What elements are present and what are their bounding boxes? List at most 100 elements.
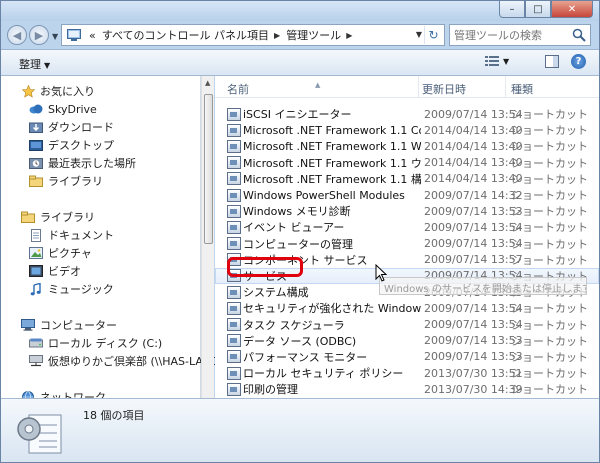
nav-item-label: ドキュメント [48, 229, 114, 242]
column-header-name[interactable]: 名前 [227, 81, 249, 97]
chevron-down-icon: ▼ [44, 61, 51, 70]
sort-indicator-icon: ▲ [315, 81, 321, 89]
nav-favorites-label: お気に入り [40, 85, 95, 98]
control-panel-icon [65, 28, 83, 42]
back-button[interactable]: ◀ [7, 25, 27, 45]
nav-favorites[interactable]: お気に入り [21, 82, 95, 100]
file-date: 2014/04/14 13:40 [424, 156, 523, 170]
navigation-pane: お気に入り SkyDrive ダウンロード デスクトップ 最近表示した場所 ライ… [1, 76, 230, 404]
nav-item-music[interactable]: ミュージック [29, 280, 114, 298]
nav-item-documents[interactable]: ドキュメント [29, 226, 114, 244]
file-row[interactable]: Microsoft .NET Framework 1.1 ウィ...2014/0… [215, 155, 599, 171]
file-row[interactable]: データ ソース (ODBC) 2009/07/14 13:53 ショートカット [215, 333, 599, 349]
preview-pane-icon[interactable] [545, 55, 559, 68]
recent-pages-dropdown[interactable]: ▼ [52, 32, 58, 41]
maximize-button[interactable]: □ [525, 1, 551, 18]
scrollbar-thumb[interactable] [204, 94, 213, 244]
breadcrumb-all-control-panel[interactable]: すべてのコントロール パネル項目 [102, 27, 269, 43]
file-row[interactable]: パフォーマンス モニター 2009/07/14 13:53 ショートカット [215, 349, 599, 365]
file-name: Windows PowerShell Modules [243, 188, 405, 202]
file-date: 2013/07/30 14:39 [424, 382, 523, 396]
title-bar[interactable]: – □ ✕ [1, 1, 599, 21]
search-icon[interactable] [572, 28, 586, 42]
file-type: ショートカット [511, 205, 588, 219]
forward-button[interactable]: ▶ [29, 25, 49, 45]
file-row[interactable]: Microsoft .NET Framework 1.1 Wiza...2014… [215, 138, 599, 154]
music-note-icon [29, 282, 43, 296]
file-type: ショートカット [511, 124, 588, 138]
nav-item-label: デスクトップ [48, 139, 114, 152]
file-row[interactable]: セキュリティが強化された Windows ...2009/07/14 13:54… [215, 300, 599, 316]
nav-libraries-label: ライブラリ [40, 211, 95, 224]
file-type: ショートカット [511, 172, 588, 186]
breadcrumb-separator-icon[interactable]: ▶ [346, 31, 352, 40]
file-date: 2009/07/14 13:54 [424, 318, 523, 332]
desktop-icon [29, 139, 43, 152]
minimize-button[interactable]: – [499, 1, 525, 18]
file-type: ショートカット [511, 253, 588, 267]
file-row[interactable]: Microsoft .NET Framework 1.1 構成 2014/04/1… [215, 171, 599, 187]
nav-item-desktop[interactable]: デスクトップ [29, 136, 114, 154]
file-row[interactable]: イベント ビューアー 2009/07/14 13:54 ショートカット [215, 219, 599, 235]
nav-item-label: ビデオ [48, 265, 81, 278]
column-header-modified[interactable]: 更新日時 [422, 81, 466, 97]
file-date: 2014/04/14 13:40 [424, 139, 523, 153]
file-row[interactable]: iSCSI イニシエーター 2009/07/14 13:54 ショートカット [215, 106, 599, 122]
nav-libraries[interactable]: ライブラリ [21, 208, 95, 226]
file-row[interactable]: タスク スケジューラ 2009/07/14 13:54 ショートカット [215, 316, 599, 332]
column-header-type[interactable]: 種類 [511, 81, 533, 97]
documents-icon [29, 228, 43, 242]
organize-label: 整理 [19, 58, 41, 71]
breadcrumb-overflow[interactable]: « [89, 29, 96, 42]
file-type: ショートカット [511, 302, 588, 316]
file-row[interactable]: 印刷の管理 2013/07/30 14:39 ショートカット [215, 381, 599, 397]
file-name: ローカル セキュリティ ポリシー [243, 367, 404, 381]
nav-item-label: SkyDrive [48, 102, 97, 116]
pictures-icon [29, 247, 43, 260]
file-type: ショートカット [511, 221, 588, 235]
nav-item-recent-places[interactable]: 最近表示した場所 [29, 154, 136, 172]
file-name: Microsoft .NET Framework 1.1 構成 [243, 172, 421, 186]
address-dropdown-icon[interactable]: ▼ [416, 30, 422, 39]
shortcut-icon [227, 107, 241, 121]
shortcut-icon [227, 237, 241, 251]
shortcut-icon [227, 139, 241, 153]
address-bar[interactable]: « すべてのコントロール パネル項目 ▶ 管理ツール ▶ ▼ ↻ [61, 24, 445, 46]
nav-item-local-disk[interactable]: ローカル ディスク (C:) [29, 334, 162, 352]
nav-item-videos[interactable]: ビデオ [29, 262, 81, 280]
nav-item-pictures[interactable]: ピクチャ [29, 244, 92, 262]
change-view-button[interactable]: ▼ [485, 55, 509, 67]
arrow-left-icon: ◀ [12, 28, 22, 42]
search-box[interactable] [449, 24, 591, 46]
nav-item-network-drive[interactable]: 仮想ゆりかご倶楽部 (\\HAS-LANDIS [29, 352, 230, 370]
file-name: セキュリティが強化された Windows ... [243, 302, 421, 316]
organize-button[interactable]: 整理 ▼ [19, 56, 50, 72]
scroll-up-icon[interactable]: ▲ [205, 79, 210, 87]
file-row[interactable]: Windows PowerShell Modules 2009/07/14 14:… [215, 187, 599, 203]
help-icon[interactable]: ? [571, 54, 586, 69]
command-bar: 整理 ▼ ▼ ? [1, 49, 599, 76]
nav-pane-scrollbar[interactable]: ▲ [201, 76, 214, 398]
shortcut-icon [227, 204, 241, 218]
shortcut-icon [227, 301, 241, 315]
nav-item-label: ローカル ディスク (C:) [48, 337, 163, 350]
nav-item-skydrive[interactable]: SkyDrive [29, 100, 97, 118]
nav-item-library-shortcut[interactable]: ライブラリ [29, 172, 103, 190]
nav-computer[interactable]: コンピューター [21, 316, 117, 334]
nav-item-downloads[interactable]: ダウンロード [29, 118, 114, 136]
nav-item-label: ピクチャ [48, 247, 92, 260]
breadcrumb-separator-icon[interactable]: ▶ [274, 31, 280, 40]
shortcut-icon [227, 123, 241, 137]
admin-tools-icon [17, 414, 62, 454]
file-row[interactable]: コンピューターの管理 2009/07/14 13:54 ショートカット [215, 236, 599, 252]
file-date: 2014/04/14 13:40 [424, 123, 523, 137]
refresh-icon[interactable]: ↻ [424, 26, 442, 44]
file-row[interactable]: Microsoft .NET Framework 1.1 Confi...201… [215, 122, 599, 138]
file-name: Microsoft .NET Framework 1.1 Wiza... [243, 139, 421, 153]
search-input[interactable] [454, 28, 570, 42]
close-button[interactable]: ✕ [551, 1, 593, 18]
file-row[interactable]: ローカル セキュリティ ポリシー 2013/07/30 13:51 ショートカット [215, 365, 599, 381]
breadcrumb-admin-tools[interactable]: 管理ツール [286, 27, 341, 43]
computer-icon [21, 319, 35, 332]
file-row[interactable]: Windows メモリ診断 2009/07/14 13:53 ショートカット [215, 203, 599, 219]
